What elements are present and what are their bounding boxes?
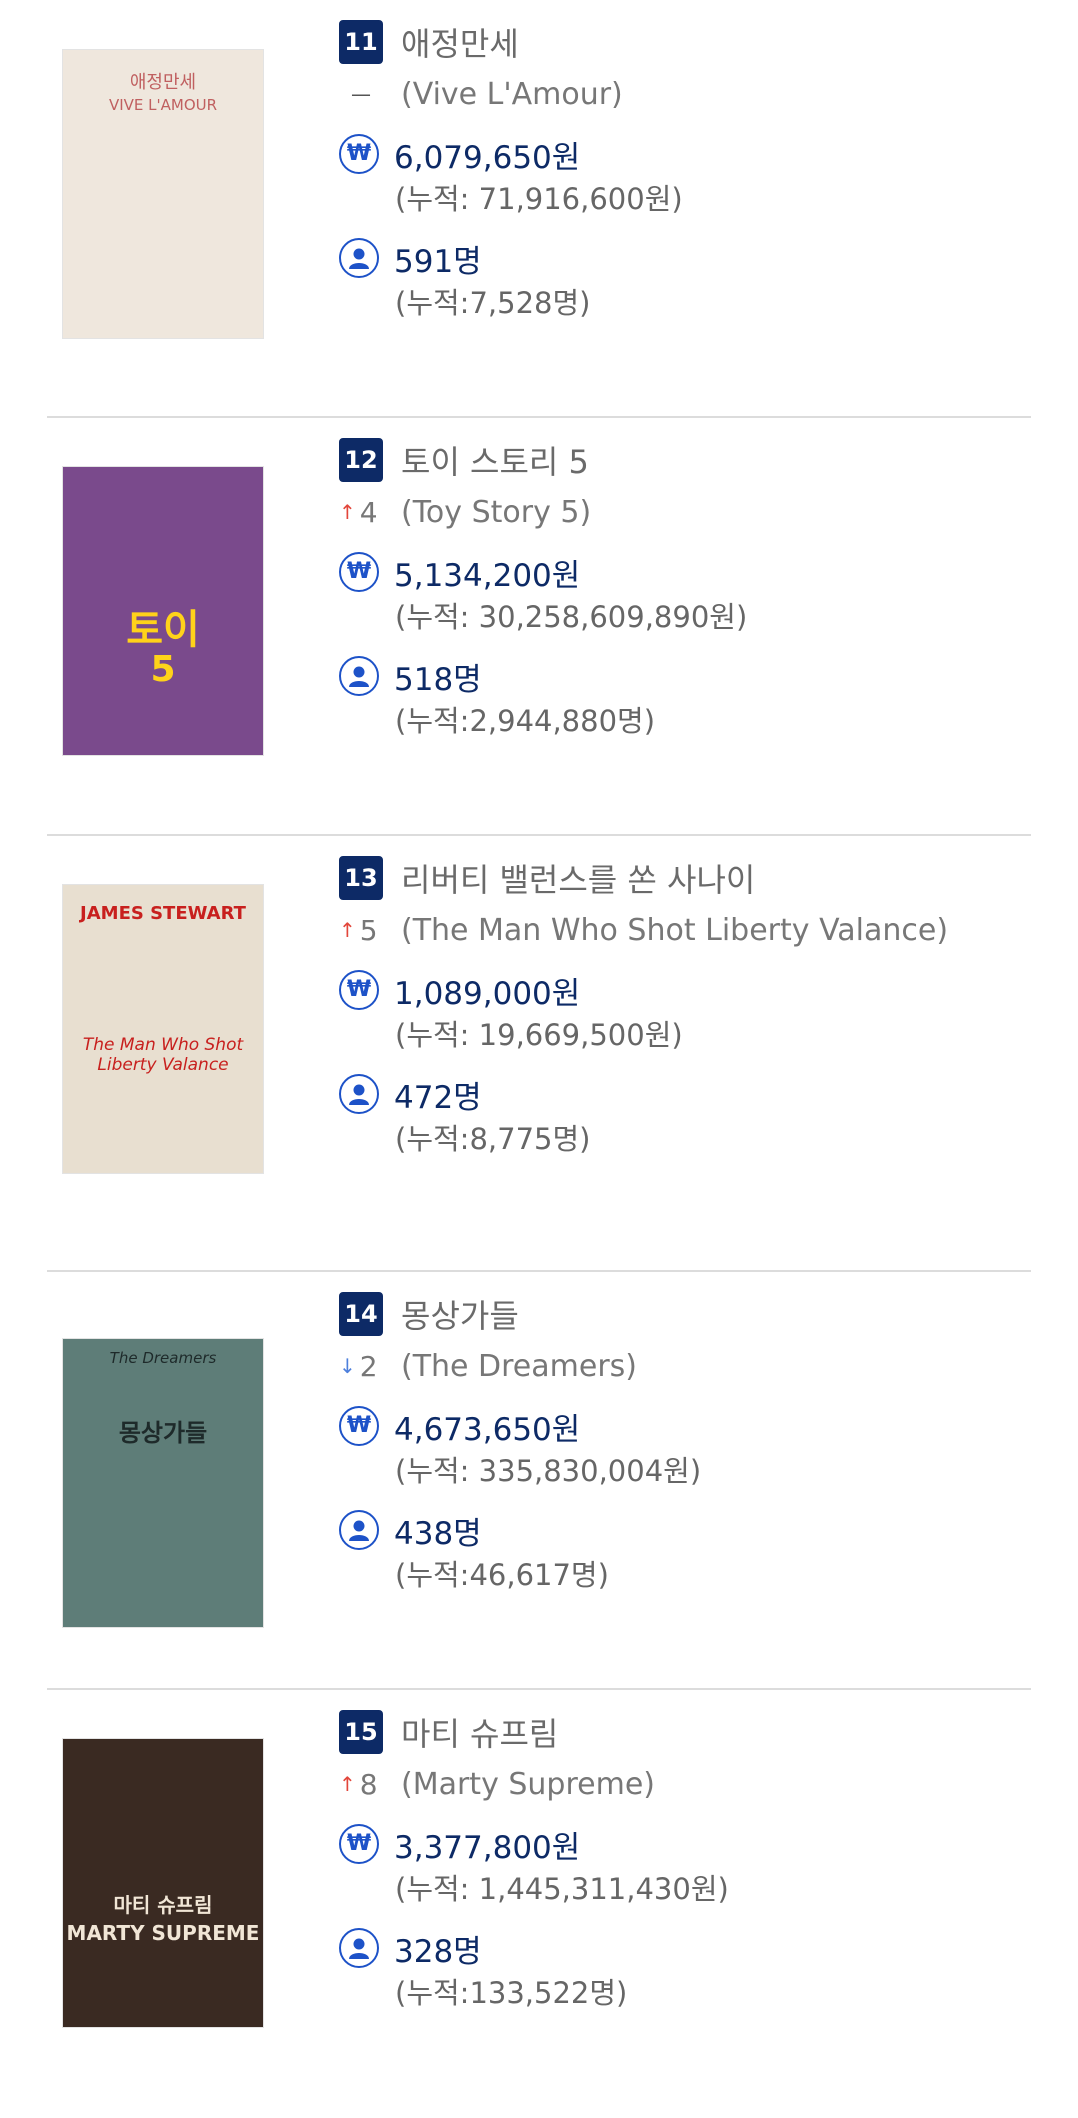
- rank-change: —: [339, 82, 401, 106]
- audience-value: 591명: [394, 243, 482, 280]
- revenue-value: 1,089,000원: [394, 975, 581, 1012]
- audience-value: 328명: [394, 1933, 482, 1970]
- poster-subtext: MARTY SUPREME: [66, 1921, 260, 1945]
- movie-title-en: (Marty Supreme): [401, 1766, 655, 1802]
- movie-item[interactable]: 몽상가들 The Dreamers 14 몽상가들 ↓ 2 (The Dream…: [47, 1272, 1031, 1690]
- rank-change-value: 2: [359, 1349, 378, 1383]
- rank-change: ↑ 5: [339, 914, 401, 947]
- rank-change-value: 5: [359, 913, 378, 947]
- movie-title-ko[interactable]: 애정만세: [401, 19, 519, 65]
- arrow-up-icon: ↑: [339, 1772, 356, 1796]
- audience-cumulative: (누적:7,528명): [395, 286, 591, 320]
- movie-info: 15 마티 슈프림 ↑ 8 (Marty Supreme) ₩ 3,377,80…: [339, 1710, 1031, 2016]
- movie-title-ko[interactable]: 마티 슈프림: [401, 1709, 558, 1755]
- movie-poster[interactable]: 애정만세 VIVE L'AMOUR: [63, 50, 263, 338]
- rank-change-value: 8: [359, 1767, 378, 1801]
- movie-item[interactable]: 토이 5 12 토이 스토리 5 ↑ 4 (Toy Story 5) ₩ 5,1…: [47, 418, 1031, 836]
- revenue-cumulative: (누적: 1,445,311,430원): [395, 1872, 729, 1906]
- movie-info: 13 리버티 밸런스를 쏜 사나이 ↑ 5 (The Man Who Shot …: [339, 856, 1031, 1162]
- movie-poster[interactable]: 토이 5: [63, 467, 263, 755]
- movie-info: 12 토이 스토리 5 ↑ 4 (Toy Story 5) ₩ 5,134,20…: [339, 438, 1031, 744]
- movie-title-en: (The Man Who Shot Liberty Valance): [401, 912, 949, 948]
- won-icon: ₩: [339, 1406, 379, 1446]
- movie-title-ko[interactable]: 몽상가들: [401, 1291, 519, 1337]
- poster-text: JAMES STEWART: [80, 903, 246, 924]
- person-icon: [339, 238, 379, 278]
- poster-text: 마티 슈프림: [113, 1893, 213, 1917]
- movie-poster[interactable]: 몽상가들 The Dreamers: [63, 1339, 263, 1627]
- rank-badge: 11: [339, 20, 383, 64]
- won-icon: ₩: [339, 1824, 379, 1864]
- audience-cumulative: (누적:133,522명): [395, 1976, 628, 2010]
- person-icon: [339, 1074, 379, 1114]
- arrow-up-icon: ↑: [339, 500, 356, 524]
- poster-subtext: The Dreamers: [109, 1349, 217, 1367]
- rank-badge: 14: [339, 1292, 383, 1336]
- arrow-up-icon: ↑: [339, 918, 356, 942]
- person-icon: [339, 1928, 379, 1968]
- movie-title-en: (The Dreamers): [401, 1348, 638, 1384]
- movie-item[interactable]: JAMES STEWART The Man Who Shot Liberty V…: [47, 836, 1031, 1272]
- movie-item[interactable]: 마티 슈프림 MARTY SUPREME 15 마티 슈프림 ↑ 8 (Mart…: [47, 1690, 1031, 2108]
- revenue-value: 4,673,650원: [394, 1411, 581, 1448]
- revenue-cumulative: (누적: 335,830,004원): [395, 1454, 702, 1488]
- rank-change: ↓ 2: [339, 1350, 401, 1383]
- poster-text: 애정만세: [129, 72, 197, 93]
- revenue-cumulative: (누적: 30,258,609,890원): [395, 600, 748, 634]
- won-icon: ₩: [339, 552, 379, 592]
- won-icon: ₩: [339, 134, 379, 174]
- revenue-cumulative: (누적: 71,916,600원): [395, 182, 683, 216]
- rank-change: ↑ 8: [339, 1768, 401, 1801]
- box-office-list: 애정만세 VIVE L'AMOUR 11 애정만세 — (Vive L'Amou…: [0, 0, 1078, 2108]
- poster-subtext: The Man Who Shot Liberty Valance: [82, 1035, 244, 1075]
- person-icon: [339, 656, 379, 696]
- poster-subtext: 5: [150, 649, 176, 690]
- audience-cumulative: (누적:8,775명): [395, 1122, 591, 1156]
- audience-cumulative: (누적:2,944,880명): [395, 704, 656, 738]
- dash-icon: —: [351, 82, 371, 106]
- movie-title-ko[interactable]: 토이 스토리 5: [401, 437, 589, 483]
- movie-title-en: (Toy Story 5): [401, 494, 592, 530]
- rank-badge: 12: [339, 438, 383, 482]
- poster-subtext: VIVE L'AMOUR: [108, 96, 218, 114]
- revenue-cumulative: (누적: 19,669,500원): [395, 1018, 683, 1052]
- revenue-value: 6,079,650원: [394, 139, 581, 176]
- movie-info: 11 애정만세 — (Vive L'Amour) ₩ 6,079,650원 (누…: [339, 20, 1031, 326]
- movie-title-ko[interactable]: 리버티 밸런스를 쏜 사나이: [401, 855, 755, 901]
- rank-badge: 13: [339, 856, 383, 900]
- revenue-value: 5,134,200원: [394, 557, 581, 594]
- won-icon: ₩: [339, 970, 379, 1010]
- poster-text: 토이: [126, 607, 200, 653]
- movie-poster[interactable]: 마티 슈프림 MARTY SUPREME: [63, 1739, 263, 2027]
- movie-item[interactable]: 애정만세 VIVE L'AMOUR 11 애정만세 — (Vive L'Amou…: [47, 0, 1031, 418]
- rank-change: ↑ 4: [339, 496, 401, 529]
- audience-cumulative: (누적:46,617명): [395, 1558, 609, 1592]
- movie-info: 14 몽상가들 ↓ 2 (The Dreamers) ₩ 4,673,650원 …: [339, 1292, 1031, 1598]
- rank-badge: 15: [339, 1710, 383, 1754]
- rank-change-value: 4: [359, 495, 378, 529]
- audience-value: 518명: [394, 661, 482, 698]
- audience-value: 438명: [394, 1515, 482, 1552]
- revenue-value: 3,377,800원: [394, 1829, 581, 1866]
- audience-value: 472명: [394, 1079, 482, 1116]
- movie-poster[interactable]: JAMES STEWART The Man Who Shot Liberty V…: [63, 885, 263, 1173]
- poster-text: 몽상가들: [118, 1419, 208, 1447]
- arrow-down-icon: ↓: [339, 1354, 356, 1378]
- movie-title-en: (Vive L'Amour): [401, 76, 623, 112]
- person-icon: [339, 1510, 379, 1550]
